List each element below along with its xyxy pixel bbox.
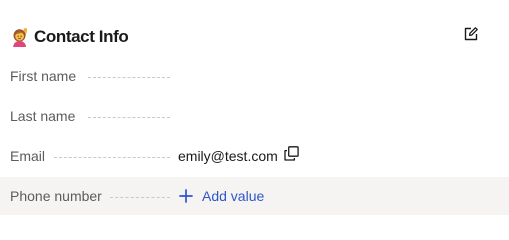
field-label: First name: [10, 68, 77, 84]
contact-info-panel: Contact Info First name Last name Email …: [0, 0, 509, 224]
dotted-leader: [110, 197, 170, 198]
person-raising-hand-icon: [10, 26, 32, 48]
contact-info-header: Contact Info: [0, 22, 509, 52]
email-value: emily@test.com: [178, 148, 278, 164]
copy-icon: [284, 146, 300, 166]
email-value-group: emily@test.com: [178, 137, 301, 175]
title-group: Contact Info: [10, 24, 129, 50]
field-label: Phone number: [10, 188, 102, 204]
field-row-phone-number[interactable]: Phone number Add value: [0, 177, 509, 215]
field-label: Last name: [10, 108, 76, 124]
edit-icon: [463, 26, 479, 47]
field-row-first-name[interactable]: First name: [0, 57, 509, 95]
plus-icon: [178, 188, 194, 204]
field-row-email[interactable]: Email emily@test.com: [0, 137, 509, 175]
field-row-last-name[interactable]: Last name: [0, 97, 509, 135]
edit-button[interactable]: [461, 26, 481, 46]
page-title: Contact Info: [34, 27, 129, 46]
dotted-leader: [88, 117, 170, 118]
add-value-button[interactable]: Add value: [178, 177, 264, 215]
dotted-leader: [54, 157, 170, 158]
dotted-leader: [88, 77, 170, 78]
copy-button[interactable]: [283, 146, 301, 166]
add-value-label: Add value: [202, 188, 265, 204]
field-label: Email: [10, 148, 46, 164]
